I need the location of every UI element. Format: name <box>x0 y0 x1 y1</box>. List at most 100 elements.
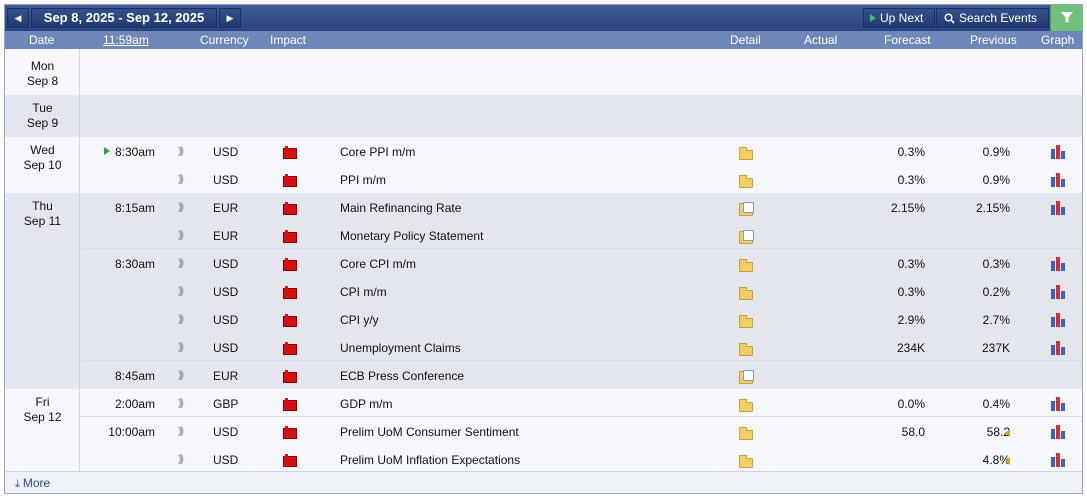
sound-alert-icon[interactable]: ))) <box>178 314 184 325</box>
event-currency: GBP <box>213 397 239 411</box>
event-forecast: 0.3% <box>897 285 925 299</box>
event-forecast: 0.0% <box>897 397 925 411</box>
high-impact-icon <box>283 286 297 299</box>
high-impact-icon <box>283 146 297 159</box>
event-name: Prelim UoM Inflation Expectations <box>340 453 521 467</box>
col-date: Date <box>29 33 55 47</box>
sound-alert-icon[interactable]: ))) <box>178 286 184 297</box>
sound-alert-icon[interactable]: ))) <box>178 454 184 465</box>
detail-folder-icon[interactable] <box>739 259 753 272</box>
graph-icon[interactable] <box>1051 453 1067 467</box>
graph-icon[interactable] <box>1051 313 1067 327</box>
col-actual: Actual <box>804 33 838 47</box>
sound-alert-icon[interactable]: ))) <box>178 202 184 213</box>
event-forecast: 0.3% <box>897 173 925 187</box>
event-time: 8:45am <box>114 369 155 383</box>
sound-alert-icon[interactable]: ))) <box>178 174 184 185</box>
day-label-tue: Tue Sep 9 <box>26 101 59 130</box>
sound-alert-icon[interactable]: ))) <box>178 146 184 157</box>
event-currency: EUR <box>213 201 239 215</box>
event-currency: USD <box>213 145 239 159</box>
sound-alert-icon[interactable]: ))) <box>178 258 184 269</box>
event-currency: USD <box>213 313 239 327</box>
event-currency: EUR <box>213 229 239 243</box>
event-previous: 0.3% <box>982 257 1010 271</box>
graph-icon[interactable] <box>1051 341 1067 355</box>
event-currency: USD <box>213 453 239 467</box>
graph-icon[interactable] <box>1051 285 1067 299</box>
event-forecast: 234K <box>896 341 925 355</box>
filter-button[interactable] <box>1050 5 1082 31</box>
event-name: CPI y/y <box>340 313 379 327</box>
detail-folder-icon[interactable] <box>739 315 753 328</box>
event-row[interactable]: 8:30am))) USD Core PPI m/m 0.3% 0.9% <box>5 137 1082 165</box>
sound-alert-icon[interactable]: ))) <box>178 398 184 409</box>
high-impact-icon <box>283 174 297 187</box>
graph-icon[interactable] <box>1051 173 1067 187</box>
detail-folder-icon[interactable] <box>739 427 753 440</box>
event-row[interactable]: ))) USD CPI y/y 2.9% 2.7% <box>5 305 1082 333</box>
event-name: Core PPI m/m <box>340 145 416 159</box>
event-row[interactable]: 8:15am))) EUR Main Refinancing Rate 2.15% 2.… <box>5 193 1082 221</box>
graph-icon[interactable] <box>1051 425 1067 439</box>
event-row[interactable]: 2:00am))) GBP GDP m/m 0.0% 0.4% <box>5 389 1082 417</box>
detail-folder-icon[interactable] <box>739 343 753 356</box>
next-week-button[interactable]: ▶ <box>219 8 241 28</box>
high-impact-icon <box>283 342 297 355</box>
graph-icon[interactable] <box>1051 397 1067 411</box>
event-previous: 58.2 <box>986 425 1010 439</box>
col-previous: Previous <box>970 33 1017 47</box>
detail-folder-icon[interactable] <box>739 147 753 160</box>
event-row[interactable]: ))) USD CPI m/m 0.3% 0.2% <box>5 277 1082 305</box>
event-name: CPI m/m <box>340 285 387 299</box>
event-row[interactable]: 8:45am))) EUR ECB Press Conference <box>5 361 1082 389</box>
event-currency: USD <box>213 257 239 271</box>
event-row[interactable]: ))) USD PPI m/m 0.3% 0.9% <box>5 165 1082 193</box>
event-row[interactable]: ))) USD Prelim UoM Inflation Expectations 4… <box>5 445 1082 473</box>
sound-alert-icon[interactable]: ))) <box>178 426 184 437</box>
detail-folder-icon[interactable] <box>739 399 753 412</box>
detail-document-icon[interactable] <box>739 370 754 384</box>
graph-icon[interactable] <box>1051 201 1067 215</box>
sound-alert-icon[interactable]: ))) <box>178 230 184 241</box>
detail-document-icon[interactable] <box>739 202 754 216</box>
graph-icon[interactable] <box>1051 145 1067 159</box>
event-forecast: 2.9% <box>897 313 925 327</box>
graph-icon[interactable] <box>1051 257 1067 271</box>
revised-marker-icon[interactable] <box>1005 429 1010 437</box>
column-header-row: Date 11:59am Currency Impact Detail Actu… <box>5 31 1082 49</box>
event-forecast: 0.3% <box>897 257 925 271</box>
col-impact: Impact <box>270 33 307 47</box>
up-next-button[interactable]: Up Next <box>863 8 935 28</box>
search-icon <box>944 13 955 24</box>
prev-week-button[interactable]: ◀ <box>7 8 29 28</box>
event-name: Unemployment Claims <box>340 341 461 355</box>
revised-marker-icon[interactable] <box>1005 457 1010 465</box>
date-range-label: Sep 8, 2025 - Sep 12, 2025 <box>31 8 217 28</box>
event-previous: 2.7% <box>982 313 1010 327</box>
high-impact-icon <box>283 398 297 411</box>
more-link[interactable]: ⤓ More <box>15 476 50 491</box>
sound-alert-icon[interactable]: ))) <box>178 342 184 353</box>
event-time: 8:30am <box>114 257 155 271</box>
event-time: 2:00am <box>114 397 155 411</box>
search-events-button[interactable]: Search Events <box>936 8 1049 28</box>
detail-document-icon[interactable] <box>739 230 754 244</box>
event-previous: 0.2% <box>982 285 1010 299</box>
event-currency: EUR <box>213 369 239 383</box>
high-impact-icon <box>283 202 297 215</box>
detail-folder-icon[interactable] <box>739 175 753 188</box>
detail-folder-icon[interactable] <box>739 455 753 468</box>
event-row[interactable]: ))) USD Unemployment Claims 234K 237K <box>5 333 1082 361</box>
event-name: PPI m/m <box>340 173 387 187</box>
sound-alert-icon[interactable]: ))) <box>178 370 184 381</box>
event-row[interactable]: 8:30am))) USD Core CPI m/m 0.3% 0.3% <box>5 249 1082 277</box>
calendar-widget: ◀ Sep 8, 2025 - Sep 12, 2025 ▶ Up Next S… <box>4 4 1083 494</box>
high-impact-icon <box>283 426 297 439</box>
current-time-link[interactable]: 11:59am <box>103 31 149 49</box>
event-row[interactable]: 10:00am))) USD Prelim UoM Consumer Sentime… <box>5 417 1082 445</box>
detail-folder-icon[interactable] <box>739 287 753 300</box>
event-forecast: 0.3% <box>897 145 925 159</box>
event-row[interactable]: ))) EUR Monetary Policy Statement <box>5 221 1082 249</box>
event-currency: USD <box>213 173 239 187</box>
